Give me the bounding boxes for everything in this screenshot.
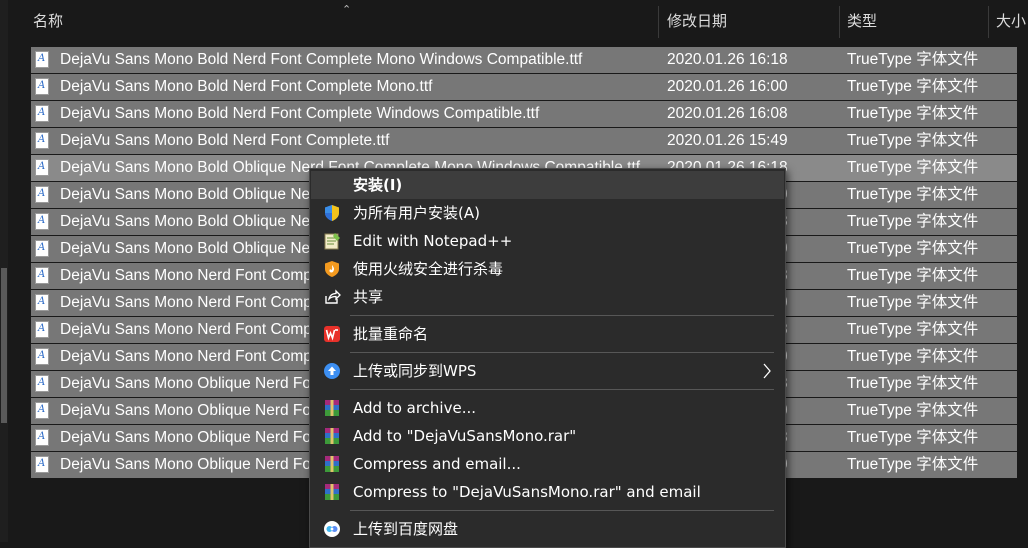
chevron-right-icon (763, 363, 771, 379)
ttf-file-icon: A (35, 132, 49, 149)
menu-item-label: 上传或同步到WPS (353, 362, 477, 380)
file-type: TrueType 字体文件 (847, 429, 979, 446)
ttf-file-icon: A (35, 348, 49, 365)
column-header: 名称 ⌃ 修改日期 类型 大小 (8, 0, 1028, 44)
cloud-upload-icon (324, 363, 340, 379)
huorong-icon (325, 261, 339, 277)
uac-shield-icon (325, 205, 339, 221)
file-type: TrueType 字体文件 (847, 375, 979, 392)
file-type: TrueType 字体文件 (847, 321, 979, 338)
ttf-file-icon: A (35, 159, 49, 176)
file-date: 2020.01.26 16:18 (667, 51, 788, 68)
file-type: TrueType 字体文件 (847, 213, 979, 230)
context-menu: 安装(I) 为所有用户安装(A) Edit with Notepad++ 使用火… (309, 168, 786, 548)
file-type: TrueType 字体文件 (847, 51, 979, 68)
left-pane-scrollbar[interactable] (0, 0, 8, 542)
ttf-file-icon: A (35, 321, 49, 338)
menu-item-upload-wps[interactable]: 上传或同步到WPS (311, 357, 784, 385)
winrar-icon (325, 484, 339, 500)
winrar-icon (325, 428, 339, 444)
menu-item-label: 安装(I) (353, 176, 403, 194)
file-row[interactable]: A DejaVu Sans Mono Bold Nerd Font Comple… (31, 74, 1017, 100)
menu-item-install-all-users[interactable]: 为所有用户安装(A) (311, 199, 784, 227)
ttf-file-icon: A (35, 402, 49, 419)
ttf-file-icon: A (35, 240, 49, 257)
menu-item-batch-rename[interactable]: 批量重命名 (311, 320, 784, 348)
column-name-header[interactable]: 名称 (33, 0, 323, 44)
ttf-file-icon: A (35, 105, 49, 122)
winrar-icon (325, 400, 339, 416)
file-date: 2020.01.26 16:00 (667, 78, 788, 95)
file-name: DejaVu Sans Mono Bold Nerd Font Complete… (60, 51, 583, 68)
file-date: 2020.01.26 15:49 (667, 132, 788, 149)
file-date: 2020.01.26 16:08 (667, 105, 788, 122)
wps-icon (324, 326, 340, 342)
file-name: DejaVu Sans Mono Bold Nerd Font Complete… (60, 105, 540, 122)
file-type: TrueType 字体文件 (847, 186, 979, 203)
menu-separator (350, 510, 774, 511)
menu-item-label: Add to archive... (353, 399, 476, 417)
file-name: DejaVu Sans Mono Bold Nerd Font Complete… (60, 132, 390, 149)
menu-separator (350, 315, 774, 316)
ttf-file-icon: A (35, 51, 49, 68)
menu-item-label: 共享 (353, 288, 384, 306)
column-divider[interactable] (658, 6, 659, 38)
ttf-file-icon: A (35, 78, 49, 95)
file-row[interactable]: A DejaVu Sans Mono Bold Nerd Font Comple… (31, 128, 1017, 154)
column-size-header[interactable]: 大小 (996, 0, 1028, 44)
menu-item-share[interactable]: 共享 (311, 283, 784, 311)
file-type: TrueType 字体文件 (847, 159, 979, 176)
file-row[interactable]: A DejaVu Sans Mono Bold Nerd Font Comple… (31, 47, 1017, 73)
menu-item-huorong-scan[interactable]: 使用火绒安全进行杀毒 (311, 255, 784, 283)
file-type: TrueType 字体文件 (847, 132, 979, 149)
file-type: TrueType 字体文件 (847, 402, 979, 419)
column-date-header[interactable]: 修改日期 (667, 0, 832, 44)
file-type: TrueType 字体文件 (847, 267, 979, 284)
menu-item-label: 上传到百度网盘 (353, 520, 459, 538)
file-type: TrueType 字体文件 (847, 240, 979, 257)
ttf-file-icon: A (35, 429, 49, 446)
menu-item-edit-notepad[interactable]: Edit with Notepad++ (311, 227, 784, 255)
ttf-file-icon: A (35, 375, 49, 392)
menu-separator (350, 389, 774, 390)
share-icon (325, 289, 341, 304)
file-row[interactable]: A DejaVu Sans Mono Bold Nerd Font Comple… (31, 101, 1017, 127)
column-divider[interactable] (839, 6, 840, 38)
column-divider[interactable] (988, 6, 989, 38)
ttf-file-icon: A (35, 186, 49, 203)
file-type: TrueType 字体文件 (847, 294, 979, 311)
winrar-icon (325, 456, 339, 472)
menu-item-compress-email[interactable]: Compress and email... (311, 450, 784, 478)
file-type: TrueType 字体文件 (847, 456, 979, 473)
menu-item-add-archive[interactable]: Add to archive... (311, 394, 784, 422)
menu-item-install[interactable]: 安装(I) (311, 171, 784, 199)
ttf-file-icon: A (35, 294, 49, 311)
menu-item-label: 批量重命名 (353, 325, 429, 343)
menu-separator (350, 352, 774, 353)
menu-item-add-rar[interactable]: Add to "DejaVuSansMono.rar" (311, 422, 784, 450)
menu-item-label: Add to "DejaVuSansMono.rar" (353, 427, 577, 445)
menu-item-compress-rar-email[interactable]: Compress to "DejaVuSansMono.rar" and ema… (311, 478, 784, 506)
column-type-header[interactable]: 类型 (847, 0, 987, 44)
file-type: TrueType 字体文件 (847, 348, 979, 365)
menu-item-label: Compress to "DejaVuSansMono.rar" and ema… (353, 483, 701, 501)
menu-item-label: Compress and email... (353, 455, 521, 473)
notepad-icon (324, 233, 340, 250)
menu-item-label: 为所有用户安装(A) (353, 204, 480, 222)
file-type: TrueType 字体文件 (847, 78, 979, 95)
baidu-netdisk-icon (324, 521, 340, 537)
ttf-file-icon: A (35, 213, 49, 230)
sort-ascending-icon: ⌃ (342, 4, 352, 16)
scrollbar-thumb[interactable] (1, 268, 7, 423)
file-name: DejaVu Sans Mono Bold Nerd Font Complete… (60, 78, 433, 95)
ttf-file-icon: A (35, 267, 49, 284)
file-type: TrueType 字体文件 (847, 105, 979, 122)
menu-item-label: 使用火绒安全进行杀毒 (353, 260, 504, 278)
ttf-file-icon: A (35, 456, 49, 473)
menu-item-baidu-upload[interactable]: 上传到百度网盘 (311, 515, 784, 543)
menu-item-label: Edit with Notepad++ (353, 232, 513, 250)
